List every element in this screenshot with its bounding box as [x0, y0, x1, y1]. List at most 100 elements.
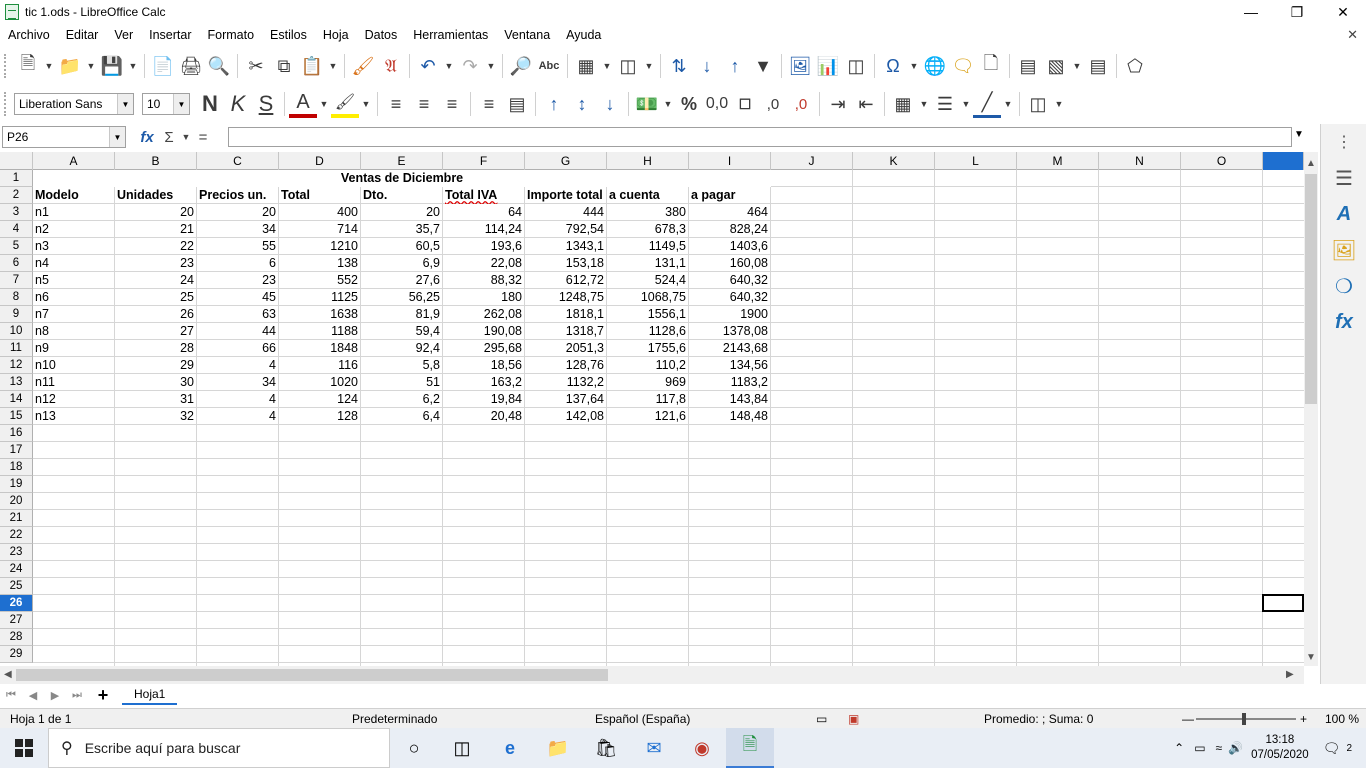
table-cell[interactable]: 29 [115, 357, 196, 374]
table-cell[interactable]: 1132,2 [525, 374, 606, 391]
insert-image-icon[interactable]: 🖼 [786, 52, 814, 80]
column-header[interactable]: F [443, 152, 525, 170]
table-cell[interactable]: 6,9 [361, 255, 442, 272]
table-cell[interactable]: 124 [279, 391, 360, 408]
export-pdf-icon[interactable]: 📄 [149, 52, 177, 80]
gallery-icon[interactable]: 🖼 [1321, 232, 1366, 268]
row-header[interactable]: 26 [0, 595, 33, 612]
open-icon[interactable]: 📁 [56, 52, 84, 80]
column-header-selected[interactable] [1263, 152, 1304, 170]
table-cell[interactable]: 2051,3 [525, 340, 606, 357]
table-cell[interactable]: n10 [33, 357, 114, 374]
table-cell[interactable]: 56,25 [361, 289, 442, 306]
percent-format-icon[interactable]: % [675, 90, 703, 118]
table-cell[interactable]: n2 [33, 221, 114, 238]
table-cell[interactable]: 6,4 [361, 408, 442, 425]
table-cell[interactable]: 552 [279, 272, 360, 289]
menu-ayuda[interactable]: Ayuda [558, 28, 609, 42]
table-cell[interactable]: n13 [33, 408, 114, 425]
column-header[interactable]: N [1099, 152, 1181, 170]
vertical-scroll-thumb[interactable] [1305, 174, 1317, 404]
table-cell[interactable]: n11 [33, 374, 114, 391]
column-header[interactable]: I [689, 152, 771, 170]
table-cell[interactable]: 128,76 [525, 357, 606, 374]
row-header[interactable]: 20 [0, 493, 33, 510]
scroll-down-icon[interactable]: ▼ [1306, 652, 1316, 663]
currency-format-icon[interactable]: 💵 [633, 90, 661, 118]
borders-icon[interactable]: ▦ [889, 90, 917, 118]
table-cell[interactable]: 640,32 [689, 289, 770, 306]
table-cell[interactable]: 134,56 [689, 357, 770, 374]
spelling-icon[interactable]: Abc [535, 52, 563, 80]
row-header[interactable]: 12 [0, 357, 33, 374]
table-cell[interactable]: 464 [689, 204, 770, 221]
column-icon[interactable]: ◫ [614, 52, 642, 80]
special-character-dropdown-icon[interactable]: ▼ [907, 52, 921, 80]
header-footer-icon[interactable]: 🗋 [977, 52, 1005, 80]
table-cell[interactable]: 24 [115, 272, 196, 289]
hyperlink-icon[interactable]: 🌐 [921, 52, 949, 80]
vertical-scrollbar[interactable]: ▲ ▼ [1304, 152, 1318, 666]
page-style[interactable]: Predeterminado [352, 712, 437, 726]
table-cell[interactable]: 2143,68 [689, 340, 770, 357]
minimize-button[interactable]: — [1228, 0, 1274, 24]
row-header[interactable]: 7 [0, 272, 33, 289]
increase-indent-icon[interactable]: ⇥ [824, 90, 852, 118]
underline-icon[interactable]: S [252, 90, 280, 118]
bold-icon[interactable]: N [196, 90, 224, 118]
conditional-format-icon[interactable]: ◫ [1024, 90, 1052, 118]
table-cell[interactable]: 400 [279, 204, 360, 221]
table-cell[interactable]: 612,72 [525, 272, 606, 289]
close-document-icon[interactable]: ✕ [1347, 27, 1358, 43]
table-cell[interactable]: 1318,7 [525, 323, 606, 340]
undo-icon[interactable]: ↶ [414, 52, 442, 80]
column-header[interactable]: O [1181, 152, 1263, 170]
sort-descending-icon[interactable]: ↑ [721, 52, 749, 80]
row-header[interactable]: 10 [0, 323, 33, 340]
header-cell[interactable]: Precios un. [197, 187, 278, 204]
first-sheet-icon[interactable]: ⏮ [0, 689, 22, 702]
table-cell[interactable]: 792,54 [525, 221, 606, 238]
clock[interactable]: 13:18 07/05/2020 [1251, 733, 1309, 763]
sum-dropdown-icon[interactable]: ▼ [180, 132, 192, 142]
column-header[interactable]: K [853, 152, 935, 170]
table-cell[interactable]: n1 [33, 204, 114, 221]
formula-input[interactable] [228, 127, 1292, 147]
wrap-text-icon[interactable]: ≡ [475, 90, 503, 118]
table-cell[interactable]: 1020 [279, 374, 360, 391]
table-cell[interactable]: 51 [361, 374, 442, 391]
menu-ventana[interactable]: Ventana [496, 28, 558, 42]
table-cell[interactable]: 131,1 [607, 255, 688, 272]
notifications-icon[interactable]: 🗨 [1323, 740, 1341, 757]
header-cell[interactable]: Total [279, 187, 360, 204]
table-cell[interactable]: 60,5 [361, 238, 442, 255]
table-cell[interactable]: 4 [197, 391, 278, 408]
table-cell[interactable]: 34 [197, 374, 278, 391]
table-cell[interactable]: 1188 [279, 323, 360, 340]
chevron-down-icon[interactable]: ▼ [173, 94, 189, 114]
table-cell[interactable]: 163,2 [443, 374, 524, 391]
redo-icon[interactable]: ↷ [456, 52, 484, 80]
functions-icon[interactable]: fx [1321, 304, 1366, 340]
table-cell[interactable]: 20 [197, 204, 278, 221]
table-cell[interactable]: 121,6 [607, 408, 688, 425]
menu-editar[interactable]: Editar [58, 28, 107, 42]
chevron-down-icon[interactable]: ▼ [117, 94, 133, 114]
header-cell[interactable]: Unidades [115, 187, 196, 204]
special-character-icon[interactable]: Ω [879, 52, 907, 80]
table-cell[interactable]: 714 [279, 221, 360, 238]
sort-ascending-icon[interactable]: ↓ [693, 52, 721, 80]
row-header[interactable]: 6 [0, 255, 33, 272]
font-color-dropdown-icon[interactable]: ▼ [317, 90, 331, 118]
cell-area[interactable]: Ventas de Diciembre Modelo Unidades Precios… [33, 170, 1304, 666]
undo-dropdown-icon[interactable]: ▼ [442, 52, 456, 80]
border-style-icon[interactable]: ☰ [931, 90, 959, 118]
pivot-table-icon[interactable]: ◫ [842, 52, 870, 80]
table-cell[interactable]: 444 [525, 204, 606, 221]
table-cell[interactable]: 193,6 [443, 238, 524, 255]
open-dropdown-icon[interactable]: ▼ [84, 52, 98, 80]
column-header[interactable]: D [279, 152, 361, 170]
autofilter-icon[interactable]: ▼ [749, 52, 777, 80]
formula-equals-icon[interactable]: = [192, 129, 214, 146]
table-cell[interactable]: 190,08 [443, 323, 524, 340]
